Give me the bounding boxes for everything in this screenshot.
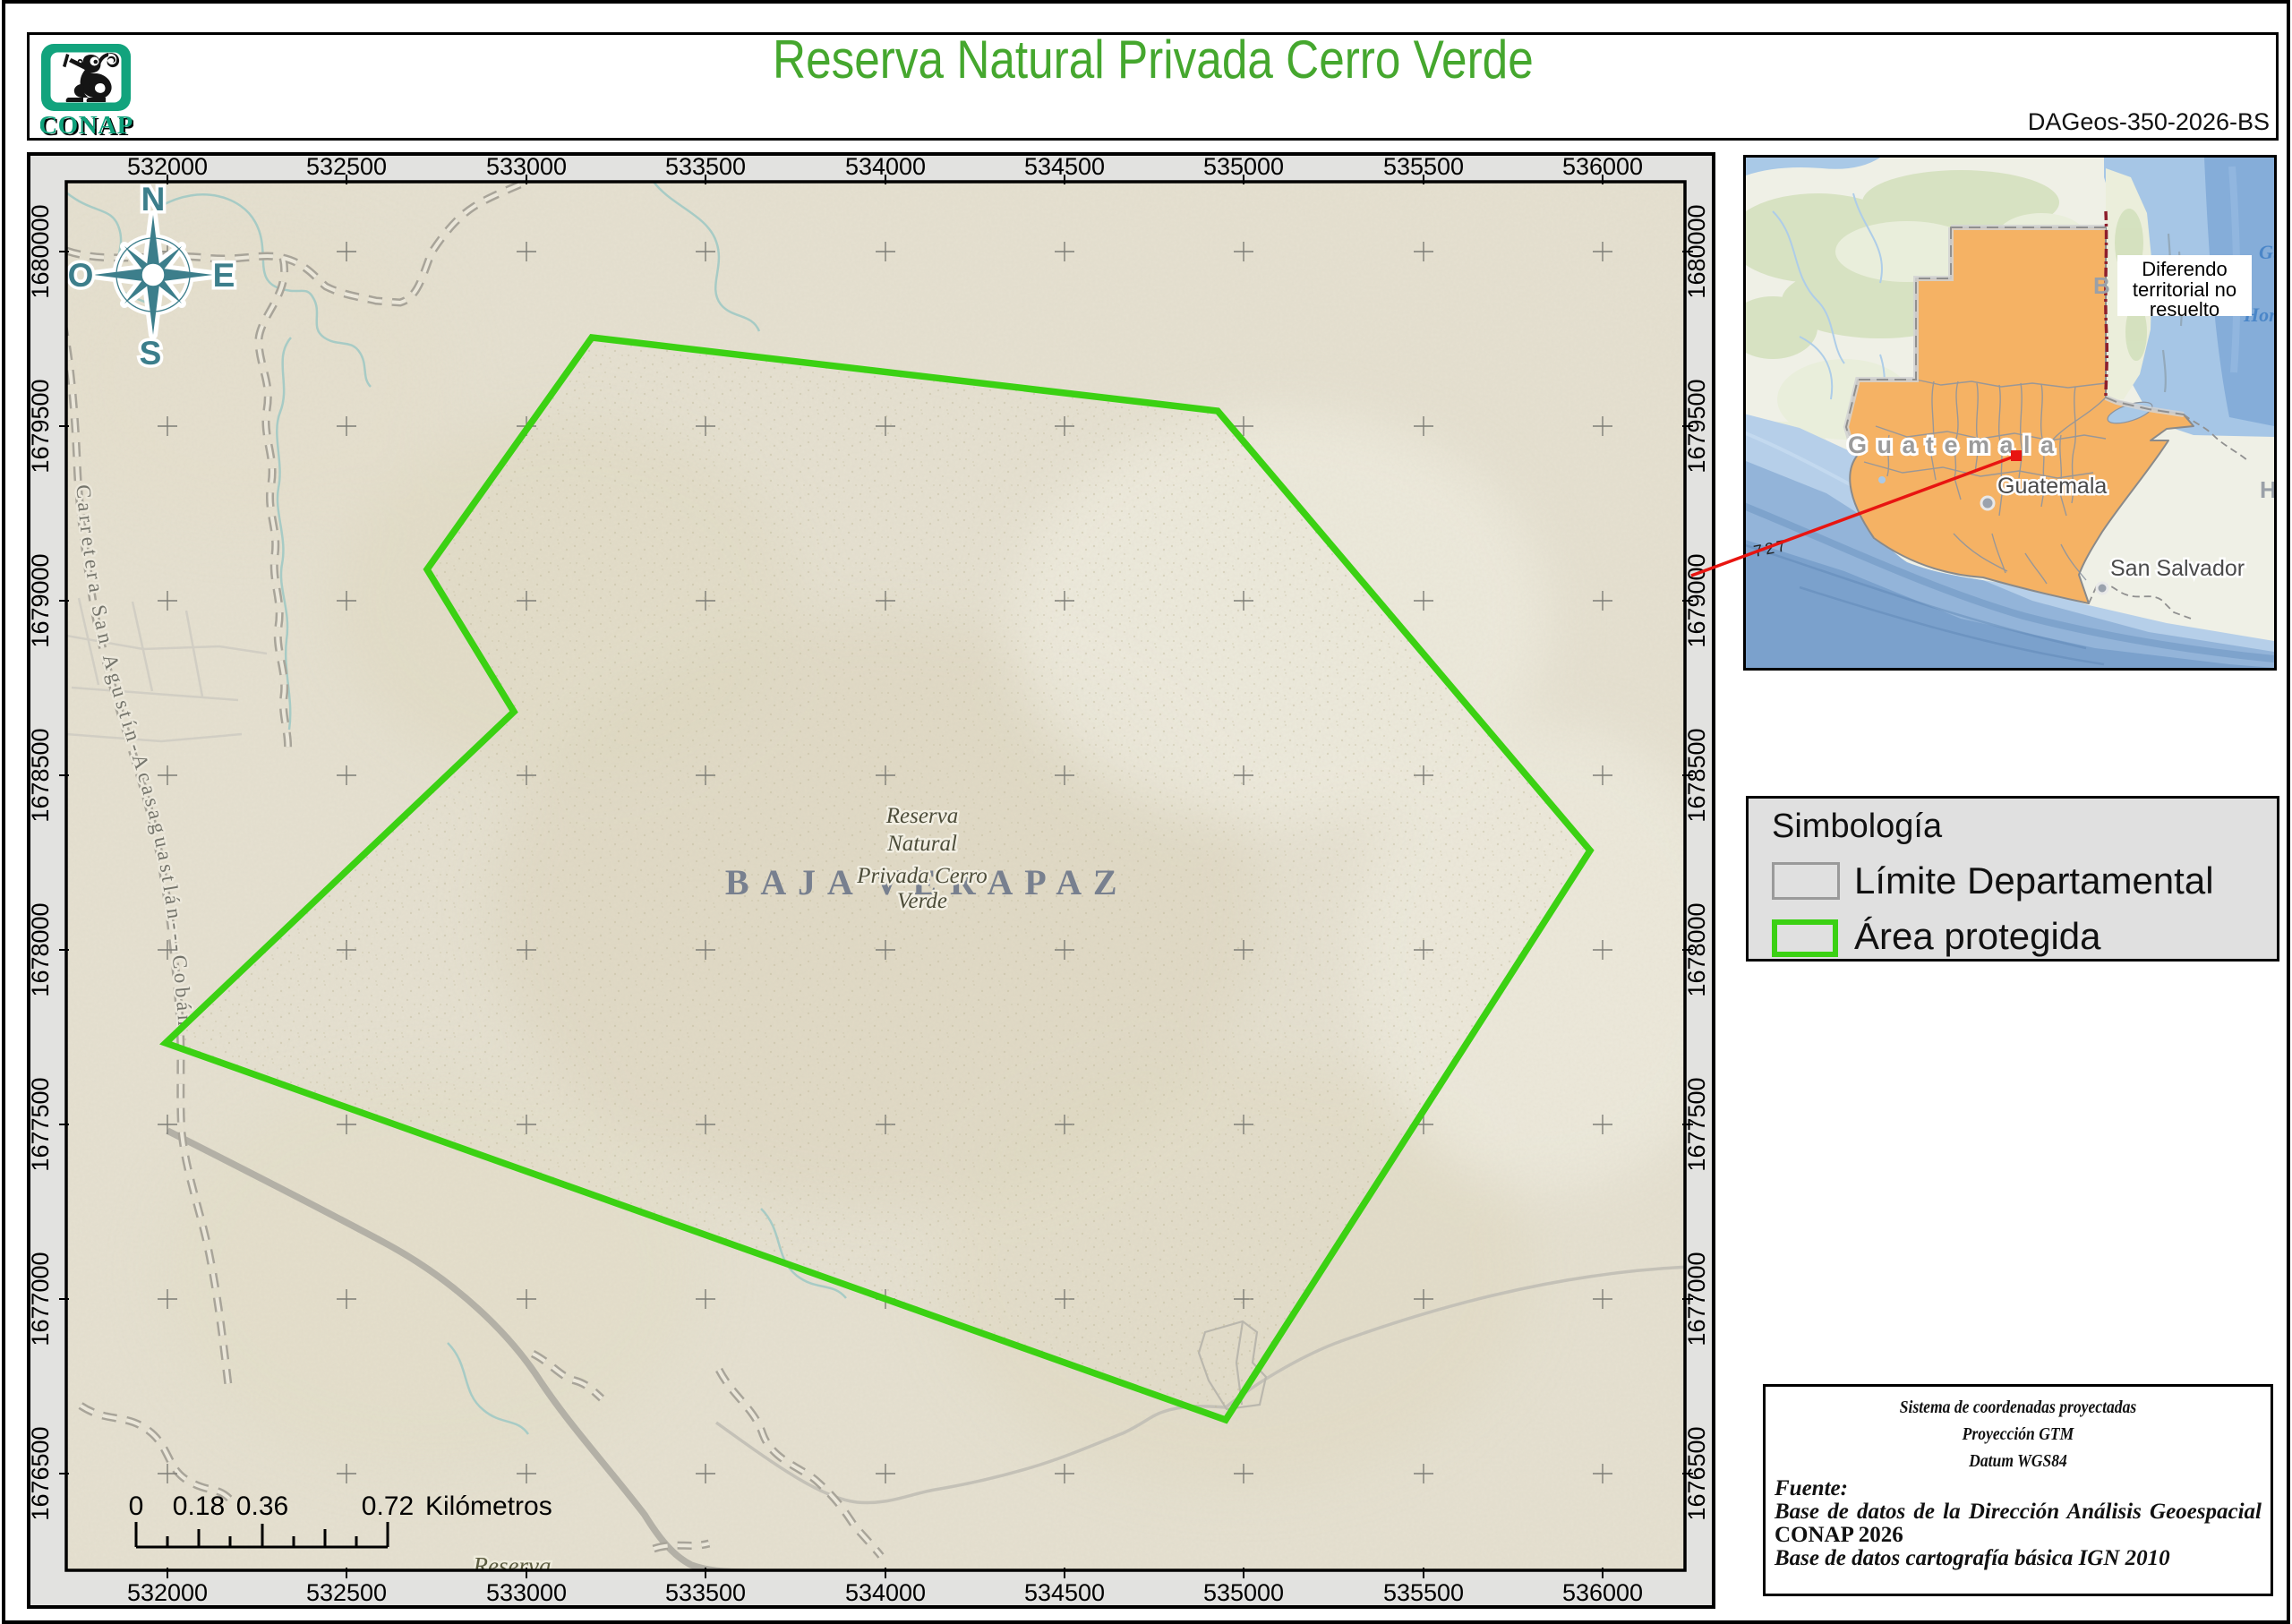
svg-text:0.18: 0.18 [173, 1492, 225, 1521]
svg-text:535500: 535500 [1383, 156, 1464, 180]
svg-text:Kilómetros: Kilómetros [425, 1492, 552, 1521]
svg-text:532500: 532500 [306, 1579, 387, 1605]
svg-text:Verde: Verde [897, 889, 947, 913]
svg-text:0.72: 0.72 [362, 1492, 414, 1521]
svg-text:1677000: 1677000 [30, 1252, 54, 1346]
svg-text:534000: 534000 [845, 1579, 926, 1605]
svg-text:1678000: 1678000 [30, 902, 54, 996]
svg-text:resuelto: resuelto [2150, 298, 2219, 321]
svg-text:535500: 535500 [1383, 1579, 1464, 1605]
svg-text:O: O [68, 257, 94, 294]
svg-text:533500: 533500 [665, 1579, 746, 1605]
svg-text:E: E [213, 257, 235, 294]
svg-text:Diferendo: Diferendo [2142, 258, 2227, 280]
svg-text:H o: H o [2260, 476, 2274, 503]
svg-text:0.36: 0.36 [236, 1492, 288, 1521]
svg-text:1676500: 1676500 [30, 1426, 54, 1520]
svg-text:CONAP: CONAP [40, 111, 133, 140]
svg-text:1677500: 1677500 [1683, 1077, 1710, 1171]
svg-text:534500: 534500 [1024, 156, 1105, 180]
svg-text:1676500: 1676500 [1683, 1426, 1710, 1520]
svg-text:B: B [2093, 272, 2110, 299]
svg-text:1679500: 1679500 [30, 379, 54, 473]
svg-text:1680000: 1680000 [30, 204, 54, 298]
svg-text:533000: 533000 [486, 1579, 567, 1605]
svg-text:Reserva: Reserva [885, 804, 959, 828]
svg-text:1679000: 1679000 [30, 553, 54, 647]
svg-text:G u a t e m a l a: G u a t e m a l a [1848, 432, 2056, 458]
svg-text:S: S [140, 335, 162, 372]
svg-text:534500: 534500 [1024, 1579, 1105, 1605]
svg-text:Guatemala: Guatemala [1997, 474, 2107, 499]
svg-text:Natural: Natural [886, 832, 957, 856]
svg-text:535000: 535000 [1203, 1579, 1284, 1605]
svg-text:533000: 533000 [486, 156, 567, 180]
svg-text:0: 0 [129, 1492, 144, 1521]
svg-text:532000: 532000 [127, 1579, 208, 1605]
svg-text:1677000: 1677000 [1683, 1252, 1710, 1346]
svg-text:532500: 532500 [306, 156, 387, 180]
svg-text:San Salvador: San Salvador [2110, 556, 2245, 581]
svg-text:536000: 536000 [1562, 156, 1643, 180]
svg-text:534000: 534000 [845, 156, 926, 180]
svg-text:N: N [141, 181, 166, 218]
svg-text:536000: 536000 [1562, 1579, 1643, 1605]
svg-text:533500: 533500 [665, 156, 746, 180]
svg-text:1678000: 1678000 [1683, 902, 1710, 996]
svg-text:1679000: 1679000 [1683, 553, 1710, 647]
svg-text:535000: 535000 [1203, 156, 1284, 180]
svg-text:1678500: 1678500 [30, 728, 54, 822]
svg-text:1677500: 1677500 [30, 1077, 54, 1171]
svg-text:1680000: 1680000 [1683, 204, 1710, 298]
svg-text:1679500: 1679500 [1683, 379, 1710, 473]
svg-text:Privada Cerro: Privada Cerro [856, 864, 988, 888]
svg-text:532000: 532000 [127, 156, 208, 180]
svg-text:Reserva: Reserva [473, 1552, 552, 1579]
svg-text:1678500: 1678500 [1683, 728, 1710, 822]
svg-text:Gu: Gu [2259, 241, 2274, 263]
